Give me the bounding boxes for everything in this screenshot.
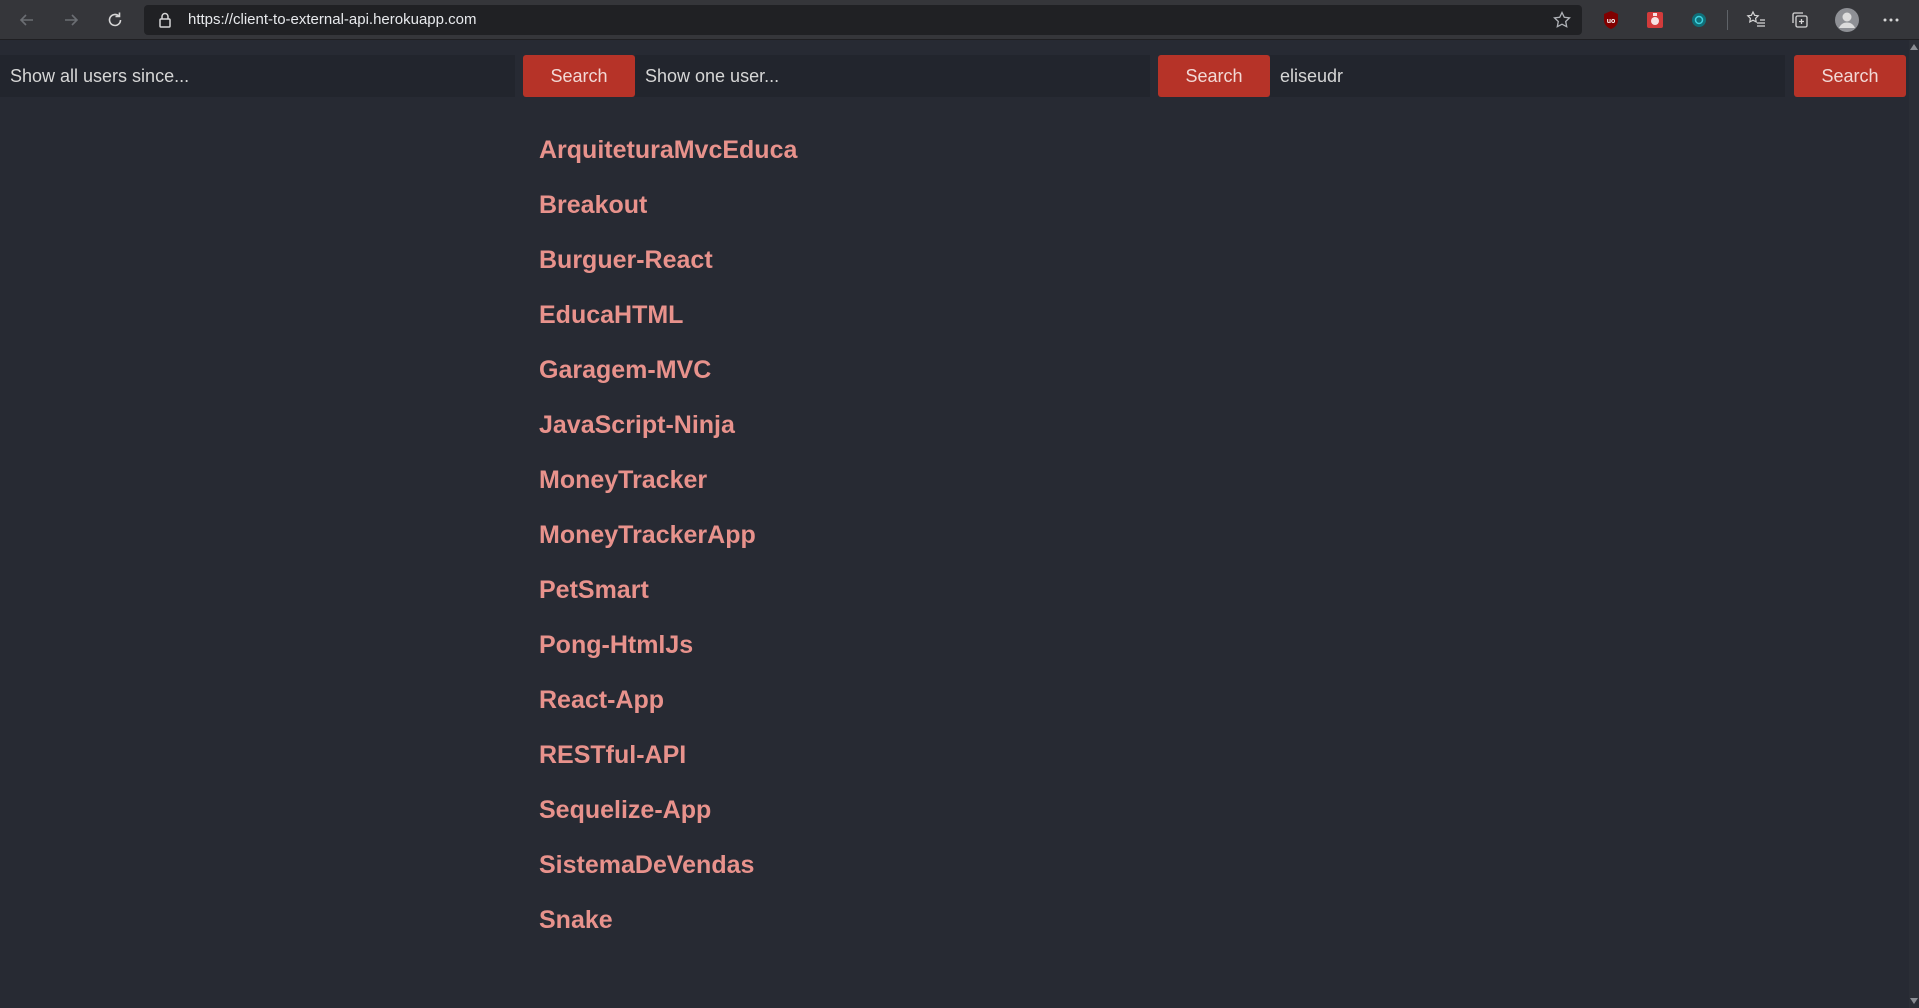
star-icon[interactable]: [1552, 10, 1572, 30]
repo-list: ArquiteturaMvcEduca Breakout Burguer-Rea…: [539, 123, 797, 948]
repo-item[interactable]: ArquiteturaMvcEduca: [539, 123, 797, 178]
collections-icon[interactable]: [1789, 9, 1811, 31]
repo-item[interactable]: EducaHTML: [539, 288, 797, 343]
svg-text:uo: uo: [1607, 18, 1616, 25]
scroll-down-icon[interactable]: [1910, 998, 1918, 1004]
repo-item[interactable]: Garagem-MVC: [539, 343, 797, 398]
repo-item[interactable]: Sequelize-App: [539, 783, 797, 838]
vertical-scrollbar[interactable]: [1909, 40, 1919, 1008]
forward-icon[interactable]: [56, 5, 86, 35]
more-icon[interactable]: [1880, 9, 1902, 31]
repo-item[interactable]: RESTful-API: [539, 728, 797, 783]
repo-item[interactable]: JavaScript-Ninja: [539, 398, 797, 453]
red-extension-icon[interactable]: [1644, 9, 1666, 31]
url-text[interactable]: https://client-to-external-api.herokuapp…: [188, 11, 476, 28]
repo-item[interactable]: Pong-HtmlJs: [539, 618, 797, 673]
user-repos-input[interactable]: [1270, 55, 1785, 97]
profile-icon[interactable]: [1834, 7, 1860, 33]
address-bar[interactable]: https://client-to-external-api.herokuapp…: [144, 5, 1582, 35]
users-since-input[interactable]: [0, 55, 515, 97]
repo-item[interactable]: Snake: [539, 893, 797, 948]
one-user-input[interactable]: [635, 55, 1150, 97]
user-repos-search-button[interactable]: Search: [1794, 55, 1906, 97]
repo-item[interactable]: MoneyTracker: [539, 453, 797, 508]
repo-item[interactable]: PetSmart: [539, 563, 797, 618]
users-since-search-button[interactable]: Search: [523, 55, 635, 97]
scroll-up-icon[interactable]: [1910, 44, 1918, 50]
toolbar-divider: [1727, 10, 1728, 30]
back-icon[interactable]: [12, 5, 42, 35]
lock-icon: [156, 11, 174, 29]
repo-item[interactable]: SistemaDeVendas: [539, 838, 797, 893]
search-row: Search Search Search: [0, 55, 1909, 97]
refresh-icon[interactable]: [100, 5, 130, 35]
teal-extension-icon[interactable]: [1688, 9, 1710, 31]
ublock-extension-icon[interactable]: uo: [1600, 9, 1622, 31]
repo-item[interactable]: React-App: [539, 673, 797, 728]
browser-toolbar: https://client-to-external-api.herokuapp…: [0, 0, 1919, 40]
favorites-icon[interactable]: [1745, 9, 1767, 31]
repo-item[interactable]: Breakout: [539, 178, 797, 233]
page-content: Search Search Search ArquiteturaMvcEduca…: [0, 40, 1909, 1008]
repo-item[interactable]: Burguer-React: [539, 233, 797, 288]
repo-item[interactable]: MoneyTrackerApp: [539, 508, 797, 563]
one-user-search-button[interactable]: Search: [1158, 55, 1270, 97]
